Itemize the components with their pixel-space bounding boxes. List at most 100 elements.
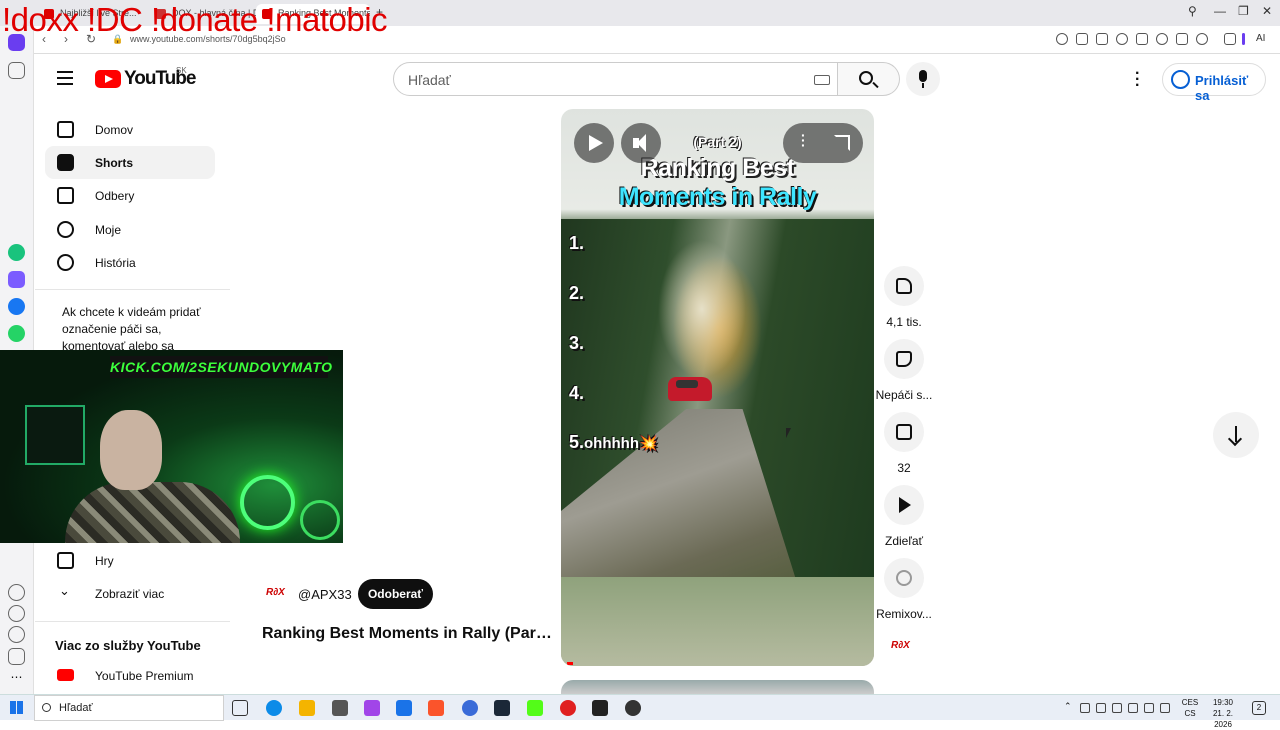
next-short-button[interactable] xyxy=(1213,412,1259,458)
ai-button[interactable]: AI xyxy=(1256,33,1265,44)
heart-icon[interactable] xyxy=(8,584,25,601)
like-button[interactable]: 4,1 tis. xyxy=(873,266,935,329)
dislike-button[interactable]: Nepáči s... xyxy=(873,339,935,402)
tray-icon[interactable] xyxy=(1080,703,1090,713)
obs-icon[interactable] xyxy=(592,700,608,716)
language-indicator[interactable]: CES CS xyxy=(1180,697,1200,719)
edge-icon[interactable] xyxy=(266,700,282,716)
channel-avatar[interactable]: R∂X xyxy=(891,640,917,656)
sidebar-show-more[interactable]: ⌄ Zobraziť viac xyxy=(45,577,215,610)
rgb-fan xyxy=(300,500,340,540)
mail-icon[interactable] xyxy=(396,700,412,716)
star-icon[interactable] xyxy=(8,62,25,79)
webcam-banner: KICK.COM/2SEKUNDOVYMATO xyxy=(110,356,332,378)
chatgpt-icon[interactable] xyxy=(8,244,25,261)
box-icon[interactable] xyxy=(1224,33,1236,45)
search-button[interactable] xyxy=(838,62,900,96)
store-icon[interactable] xyxy=(332,700,348,716)
sidebar-item-shorts[interactable]: Shorts xyxy=(45,146,215,179)
divider xyxy=(35,289,230,290)
subscribe-button[interactable]: Odoberať xyxy=(358,579,433,609)
close-window-button[interactable]: ✕ xyxy=(1262,4,1272,18)
more-options-icon[interactable]: · · · xyxy=(801,128,806,152)
comments-button[interactable]: 32 xyxy=(873,412,935,475)
microphone-icon[interactable] xyxy=(1096,703,1106,713)
keyboard-icon[interactable] xyxy=(814,75,830,85)
rank-label: 1. xyxy=(569,233,585,253)
profile-icon xyxy=(57,221,74,238)
player-icon[interactable] xyxy=(1136,33,1148,45)
history-icon[interactable] xyxy=(8,605,25,622)
battery-icon[interactable] xyxy=(1160,703,1170,713)
sidebar-item-home[interactable]: Domov xyxy=(45,113,215,146)
app-icon[interactable] xyxy=(462,700,478,716)
more-icon[interactable]: ⋯ xyxy=(8,670,25,687)
whatsapp-icon[interactable] xyxy=(8,325,25,342)
share-button[interactable]: Zdieľať xyxy=(873,485,935,548)
player-controls: · · · xyxy=(783,123,863,163)
menu-icon[interactable] xyxy=(1176,33,1188,45)
streamer-shirt xyxy=(65,482,240,543)
play-button[interactable] xyxy=(574,123,614,163)
extension-icon[interactable] xyxy=(1242,33,1245,45)
voice-search-button[interactable] xyxy=(906,62,940,96)
shorts-icon xyxy=(57,154,74,171)
remix-button[interactable]: Remixov... xyxy=(873,558,935,621)
sidebar-item-gaming[interactable]: Hry xyxy=(45,544,215,577)
kick-icon[interactable] xyxy=(527,700,543,716)
tab-search-icon[interactable]: ⚲ xyxy=(1188,4,1197,18)
camera-icon[interactable] xyxy=(1096,33,1108,45)
heart-icon[interactable] xyxy=(1156,33,1168,45)
minimize-button[interactable]: — xyxy=(1214,4,1226,18)
channel-logo[interactable]: R∂X xyxy=(266,587,290,601)
app-icon[interactable] xyxy=(625,700,641,716)
file-explorer-icon[interactable] xyxy=(299,700,315,716)
tray-icon[interactable] xyxy=(1112,703,1122,713)
volume-button[interactable] xyxy=(621,123,661,163)
sidebar-item-subscriptions[interactable]: Odbery xyxy=(45,179,215,212)
app-icon[interactable] xyxy=(8,271,25,288)
search-input[interactable] xyxy=(408,70,788,90)
channel-handle[interactable]: @APX33 xyxy=(298,587,352,602)
shorts-player[interactable]: (Part 2) Ranking Best Moments in Rally 1… xyxy=(561,109,874,666)
volume-icon[interactable] xyxy=(1144,703,1154,713)
tray-chevron-icon[interactable]: ⌃ xyxy=(1064,701,1074,711)
sidebar-item-history[interactable]: História xyxy=(45,246,215,279)
task-view-icon[interactable] xyxy=(232,700,248,716)
edit-icon[interactable] xyxy=(1076,33,1088,45)
clock[interactable]: 19:30 21. 2. 2026 xyxy=(1203,697,1243,730)
maximize-button[interactable]: ❐ xyxy=(1238,4,1249,18)
share-label: Zdieľať xyxy=(884,534,923,548)
shield-icon[interactable] xyxy=(1116,33,1128,45)
notification-badge[interactable]: 2 xyxy=(1252,701,1266,715)
zoom-icon[interactable] xyxy=(1056,33,1068,45)
share-icon xyxy=(899,497,911,513)
windows-start-icon[interactable] xyxy=(10,701,23,714)
settings-icon[interactable] xyxy=(8,626,25,643)
brave-icon[interactable] xyxy=(428,700,444,716)
menu-icon[interactable] xyxy=(57,71,73,85)
taskbar-search[interactable]: Hľadať xyxy=(34,695,224,721)
search-icon xyxy=(859,71,873,85)
sidebar-item-you[interactable]: Moje xyxy=(45,213,215,246)
next-short-preview[interactable] xyxy=(561,680,874,694)
profile-icon[interactable] xyxy=(1196,33,1208,45)
network-icon[interactable] xyxy=(1128,703,1138,713)
video-title[interactable]: Ranking Best Moments in Rally (Part 2) xyxy=(262,625,552,643)
youtube-header: YouTube SK ··· Prihlásiť sa xyxy=(35,54,1280,106)
youtube-logo-icon[interactable] xyxy=(95,70,121,88)
search-icon xyxy=(42,703,51,712)
sign-in-button[interactable]: Prihlásiť sa xyxy=(1162,63,1266,103)
thumbs-up-icon xyxy=(896,278,912,294)
tips-icon[interactable] xyxy=(8,648,25,665)
opera-icon[interactable] xyxy=(560,700,576,716)
steam-icon[interactable] xyxy=(494,700,510,716)
progress-bar[interactable] xyxy=(567,662,573,665)
region-code: SK xyxy=(176,66,187,75)
teams-icon[interactable] xyxy=(364,700,380,716)
messenger-icon[interactable] xyxy=(8,298,25,315)
more-options-icon[interactable]: · · · xyxy=(1135,66,1140,94)
sidebar-item-premium[interactable]: YouTube Premium xyxy=(45,661,215,691)
streamer-webcam: KICK.COM/2SEKUNDOVYMATO xyxy=(0,350,343,543)
fullscreen-icon[interactable] xyxy=(834,135,850,151)
